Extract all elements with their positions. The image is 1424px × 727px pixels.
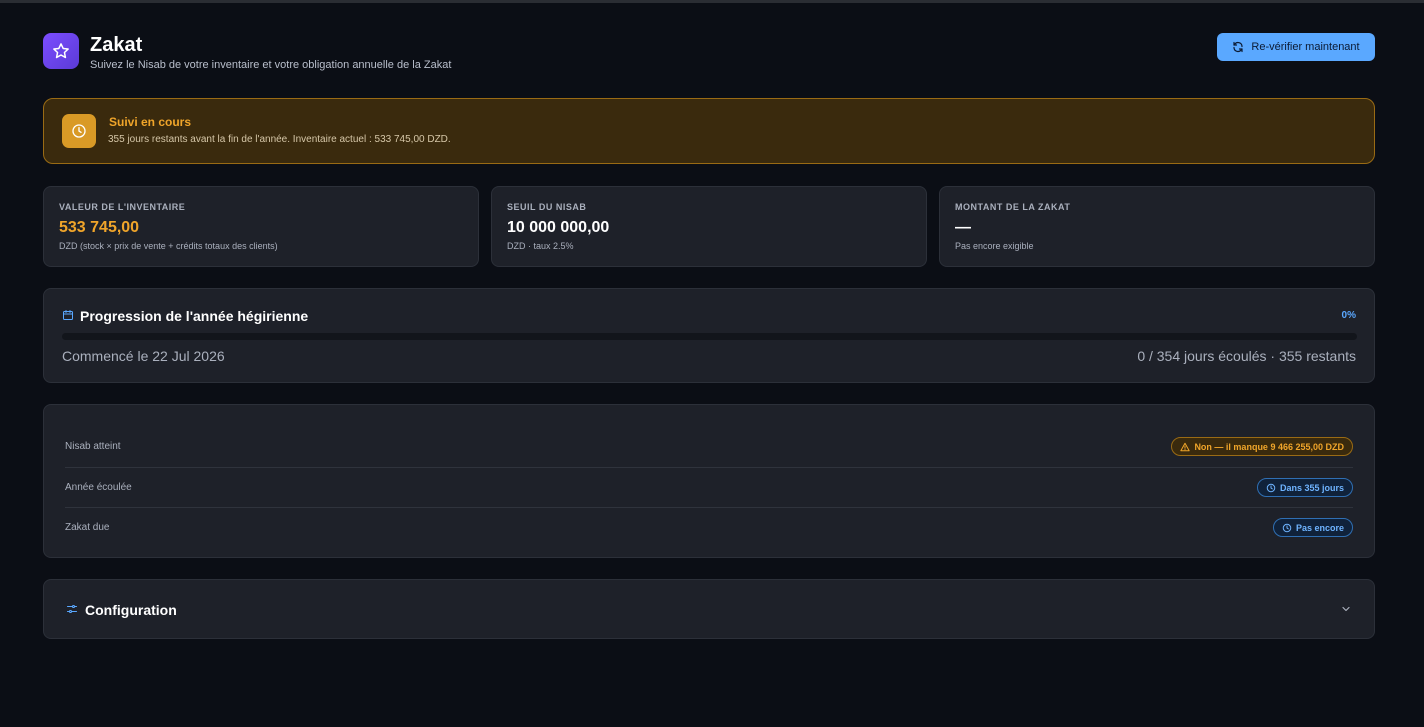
card-note: DZD (stock × prix de vente + crédits tot… — [59, 241, 278, 251]
recheck-button-label: Re-vérifier maintenant — [1251, 41, 1360, 53]
progress-percent: 0% — [1341, 310, 1356, 321]
progress-start-date: Commencé le 22 Jul 2026 — [62, 348, 225, 364]
page-title: Zakat — [90, 34, 143, 56]
progress-days: 0 / 354 jours écoulés · 355 restants — [1137, 348, 1356, 364]
configuration-accordion[interactable]: Configuration — [43, 579, 1375, 639]
sliders-icon — [66, 604, 78, 614]
status-badge: Pas encore — [1272, 518, 1353, 537]
app-logo — [43, 33, 79, 69]
status-row-zakat-due: Zakat due Pas encore — [65, 507, 1353, 547]
tracking-alert: Suivi en cours 355 jours restants avant … — [43, 98, 1375, 164]
clock-icon — [1266, 483, 1276, 492]
star-icon — [53, 43, 69, 59]
status-label: Nisab atteint — [65, 441, 121, 452]
configuration-title: Configuration — [85, 602, 177, 618]
status-badge-text: Dans 355 jours — [1279, 482, 1344, 493]
status-badge-text: Pas encore — [1295, 522, 1344, 533]
card-note: Pas encore exigible — [955, 241, 1034, 251]
card-label: MONTANT DE LA ZAKAT — [955, 202, 1071, 212]
status-badge-text: Non — il manque 9 466 255,00 DZD — [1194, 441, 1344, 452]
card-value: — — [955, 219, 971, 236]
card-value: 533 745,00 — [59, 219, 140, 236]
alert-icon-box — [62, 114, 96, 148]
calendar-icon — [63, 310, 73, 320]
status-badge: Dans 355 jours — [1256, 478, 1353, 497]
status-label: Zakat due — [65, 522, 110, 533]
recheck-button[interactable]: Re-vérifier maintenant — [1217, 33, 1375, 61]
refresh-icon — [1233, 41, 1243, 53]
clock-icon — [1282, 523, 1292, 532]
card-value: 10 000 000,00 — [507, 219, 610, 236]
status-row-nisab: Nisab atteint Non — il manque 9 466 255,… — [65, 427, 1353, 467]
page-subtitle: Suivez le Nisab de votre inventaire et v… — [90, 59, 452, 71]
nisab-threshold-card: SEUIL DU NISAB 10 000 000,00 DZD · taux … — [491, 186, 927, 267]
status-label: Année écoulée — [65, 482, 132, 493]
card-label: SEUIL DU NISAB — [507, 202, 587, 212]
inventory-value-card: VALEUR DE L'INVENTAIRE 533 745,00 DZD (s… — [43, 186, 479, 267]
card-label: VALEUR DE L'INVENTAIRE — [59, 202, 186, 212]
card-note: DZD · taux 2.5% — [507, 241, 574, 251]
top-border — [0, 0, 1424, 3]
chevron-down-icon[interactable] — [1340, 603, 1352, 615]
warning-icon — [1180, 442, 1191, 451]
progress-bar — [62, 333, 1357, 340]
clock-icon — [72, 124, 86, 138]
status-checklist: Nisab atteint Non — il manque 9 466 255,… — [43, 404, 1375, 558]
progress-title: Progression de l'année hégirienne — [80, 308, 309, 324]
status-row-year: Année écoulée Dans 355 jours — [65, 467, 1353, 507]
status-badge: Non — il manque 9 466 255,00 DZD — [1171, 437, 1353, 456]
alert-title: Suivi en cours — [109, 115, 192, 129]
zakat-amount-card: MONTANT DE LA ZAKAT — Pas encore exigibl… — [939, 186, 1375, 267]
page-header: Zakat Suivez le Nisab de votre inventair… — [43, 33, 1375, 73]
hijri-year-progress: Progression de l'année hégirienne 0% Com… — [43, 288, 1375, 383]
alert-text: 355 jours restants avant la fin de l'ann… — [108, 134, 451, 145]
